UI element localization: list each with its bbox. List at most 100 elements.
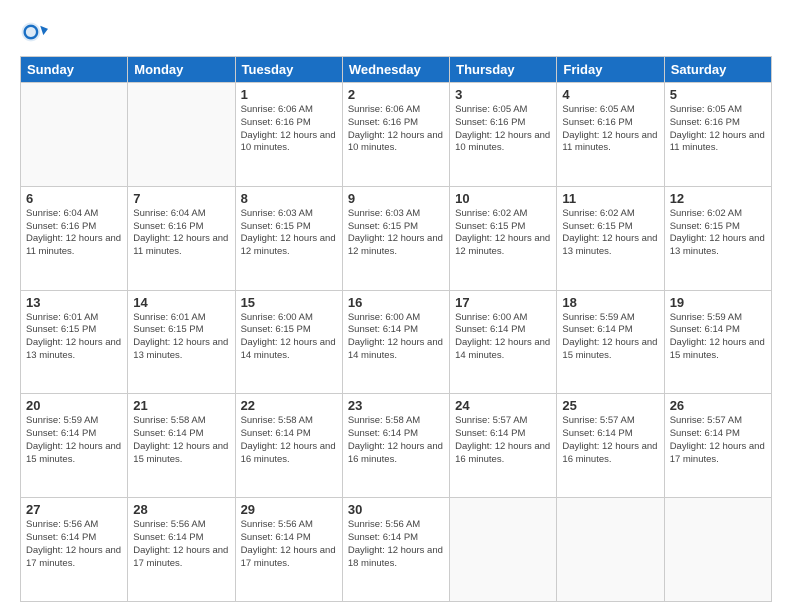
day-info: Sunrise: 6:05 AM Sunset: 6:16 PM Dayligh… — [455, 104, 551, 155]
day-info: Sunrise: 6:00 AM Sunset: 6:14 PM Dayligh… — [348, 312, 444, 363]
weekday-header-tuesday: Tuesday — [235, 57, 342, 83]
day-info: Sunrise: 5:59 AM Sunset: 6:14 PM Dayligh… — [562, 312, 658, 363]
weekday-header-friday: Friday — [557, 57, 664, 83]
day-number: 13 — [26, 295, 122, 310]
day-info: Sunrise: 6:06 AM Sunset: 6:16 PM Dayligh… — [241, 104, 337, 155]
calendar-cell: 1 Sunrise: 6:06 AM Sunset: 6:16 PM Daylig… — [235, 83, 342, 187]
calendar-cell: 12Sunrise: 6:02 AM Sunset: 6:15 PM Dayli… — [664, 186, 771, 290]
day-number: 29 — [241, 502, 337, 517]
day-info: Sunrise: 5:58 AM Sunset: 6:14 PM Dayligh… — [133, 415, 229, 466]
logo — [20, 18, 52, 46]
day-number: 5 — [670, 87, 766, 102]
calendar-cell: 8 Sunrise: 6:03 AM Sunset: 6:15 PM Daylig… — [235, 186, 342, 290]
calendar-cell: 23Sunrise: 5:58 AM Sunset: 6:14 PM Dayli… — [342, 394, 449, 498]
day-number: 26 — [670, 398, 766, 413]
calendar-table: SundayMondayTuesdayWednesdayThursdayFrid… — [20, 56, 772, 602]
calendar-cell: 30 Sunrise: 5:56 AM Sunset: 6:14 PM Dayli… — [342, 498, 449, 602]
calendar-cell: 21 Sunrise: 5:58 AM Sunset: 6:14 PM Dayli… — [128, 394, 235, 498]
week-row-3: 13 Sunrise: 6:01 AM Sunset: 6:15 PM Dayli… — [21, 290, 772, 394]
day-number: 6 — [26, 191, 122, 206]
week-row-1: 1 Sunrise: 6:06 AM Sunset: 6:16 PM Daylig… — [21, 83, 772, 187]
day-info: Sunrise: 5:58 AM Sunset: 6:14 PM Dayligh… — [348, 415, 444, 466]
calendar-cell: 22 Sunrise: 5:58 AM Sunset: 6:14 PM Dayli… — [235, 394, 342, 498]
calendar-cell: 25 Sunrise: 5:57 AM Sunset: 6:14 PM Dayli… — [557, 394, 664, 498]
calendar-cell: 7 Sunrise: 6:04 AM Sunset: 6:16 PM Daylig… — [128, 186, 235, 290]
calendar-cell: 5 Sunrise: 6:05 AM Sunset: 6:16 PM Daylig… — [664, 83, 771, 187]
day-number: 16 — [348, 295, 444, 310]
weekday-header-wednesday: Wednesday — [342, 57, 449, 83]
day-number: 27 — [26, 502, 122, 517]
calendar-cell: 16 Sunrise: 6:00 AM Sunset: 6:14 PM Dayli… — [342, 290, 449, 394]
weekday-header-monday: Monday — [128, 57, 235, 83]
day-number: 18 — [562, 295, 658, 310]
calendar-cell: 3 Sunrise: 6:05 AM Sunset: 6:16 PM Daylig… — [450, 83, 557, 187]
day-number: 3 — [455, 87, 551, 102]
day-number: 1 — [241, 87, 337, 102]
header — [20, 18, 772, 46]
day-info: Sunrise: 5:57 AM Sunset: 6:14 PM Dayligh… — [455, 415, 551, 466]
day-number: 7 — [133, 191, 229, 206]
day-info: Sunrise: 5:56 AM Sunset: 6:14 PM Dayligh… — [26, 519, 122, 570]
day-number: 24 — [455, 398, 551, 413]
weekday-header-saturday: Saturday — [664, 57, 771, 83]
day-number: 15 — [241, 295, 337, 310]
day-info: Sunrise: 6:01 AM Sunset: 6:15 PM Dayligh… — [133, 312, 229, 363]
day-number: 8 — [241, 191, 337, 206]
day-info: Sunrise: 6:00 AM Sunset: 6:14 PM Dayligh… — [455, 312, 551, 363]
calendar-cell: 17Sunrise: 6:00 AM Sunset: 6:14 PM Dayli… — [450, 290, 557, 394]
day-number: 22 — [241, 398, 337, 413]
week-row-4: 20 Sunrise: 5:59 AM Sunset: 6:14 PM Dayli… — [21, 394, 772, 498]
day-info: Sunrise: 6:02 AM Sunset: 6:15 PM Dayligh… — [562, 208, 658, 259]
day-info: Sunrise: 5:59 AM Sunset: 6:14 PM Dayligh… — [26, 415, 122, 466]
day-number: 28 — [133, 502, 229, 517]
day-info: Sunrise: 6:04 AM Sunset: 6:16 PM Dayligh… — [133, 208, 229, 259]
calendar-cell: 15 Sunrise: 6:00 AM Sunset: 6:15 PM Dayli… — [235, 290, 342, 394]
day-number: 25 — [562, 398, 658, 413]
calendar-cell — [450, 498, 557, 602]
day-info: Sunrise: 6:05 AM Sunset: 6:16 PM Dayligh… — [562, 104, 658, 155]
week-row-2: 6 Sunrise: 6:04 AM Sunset: 6:16 PM Daylig… — [21, 186, 772, 290]
calendar-cell — [557, 498, 664, 602]
day-number: 30 — [348, 502, 444, 517]
day-info: Sunrise: 6:00 AM Sunset: 6:15 PM Dayligh… — [241, 312, 337, 363]
week-row-5: 27 Sunrise: 5:56 AM Sunset: 6:14 PM Dayli… — [21, 498, 772, 602]
calendar-cell: 13 Sunrise: 6:01 AM Sunset: 6:15 PM Dayli… — [21, 290, 128, 394]
day-info: Sunrise: 6:04 AM Sunset: 6:16 PM Dayligh… — [26, 208, 122, 259]
calendar-cell: 20 Sunrise: 5:59 AM Sunset: 6:14 PM Dayli… — [21, 394, 128, 498]
day-number: 20 — [26, 398, 122, 413]
calendar-cell: 2 Sunrise: 6:06 AM Sunset: 6:16 PM Daylig… — [342, 83, 449, 187]
calendar-cell — [664, 498, 771, 602]
day-info: Sunrise: 6:06 AM Sunset: 6:16 PM Dayligh… — [348, 104, 444, 155]
calendar-cell: 27 Sunrise: 5:56 AM Sunset: 6:14 PM Dayli… — [21, 498, 128, 602]
calendar-cell: 26 Sunrise: 5:57 AM Sunset: 6:14 PM Dayli… — [664, 394, 771, 498]
day-info: Sunrise: 5:56 AM Sunset: 6:14 PM Dayligh… — [348, 519, 444, 570]
calendar-cell: 18 Sunrise: 5:59 AM Sunset: 6:14 PM Dayli… — [557, 290, 664, 394]
day-info: Sunrise: 5:57 AM Sunset: 6:14 PM Dayligh… — [562, 415, 658, 466]
calendar-cell: 24 Sunrise: 5:57 AM Sunset: 6:14 PM Dayli… — [450, 394, 557, 498]
day-number: 21 — [133, 398, 229, 413]
calendar-cell: 19Sunrise: 5:59 AM Sunset: 6:14 PM Dayli… — [664, 290, 771, 394]
calendar-cell: 6 Sunrise: 6:04 AM Sunset: 6:16 PM Daylig… — [21, 186, 128, 290]
day-info: Sunrise: 6:03 AM Sunset: 6:15 PM Dayligh… — [241, 208, 337, 259]
day-info: Sunrise: 5:56 AM Sunset: 6:14 PM Dayligh… — [133, 519, 229, 570]
day-info: Sunrise: 6:01 AM Sunset: 6:15 PM Dayligh… — [26, 312, 122, 363]
calendar-cell: 29 Sunrise: 5:56 AM Sunset: 6:14 PM Dayli… — [235, 498, 342, 602]
day-number: 11 — [562, 191, 658, 206]
page: SundayMondayTuesdayWednesdayThursdayFrid… — [0, 0, 792, 612]
logo-icon — [20, 18, 48, 46]
day-number: 2 — [348, 87, 444, 102]
calendar-cell: 4 Sunrise: 6:05 AM Sunset: 6:16 PM Daylig… — [557, 83, 664, 187]
calendar-cell: 14Sunrise: 6:01 AM Sunset: 6:15 PM Dayli… — [128, 290, 235, 394]
day-info: Sunrise: 5:56 AM Sunset: 6:14 PM Dayligh… — [241, 519, 337, 570]
calendar-cell: 10Sunrise: 6:02 AM Sunset: 6:15 PM Dayli… — [450, 186, 557, 290]
day-info: Sunrise: 6:02 AM Sunset: 6:15 PM Dayligh… — [670, 208, 766, 259]
day-info: Sunrise: 5:57 AM Sunset: 6:14 PM Dayligh… — [670, 415, 766, 466]
day-info: Sunrise: 6:03 AM Sunset: 6:15 PM Dayligh… — [348, 208, 444, 259]
calendar-cell — [21, 83, 128, 187]
day-number: 19 — [670, 295, 766, 310]
calendar-cell: 28 Sunrise: 5:56 AM Sunset: 6:14 PM Dayli… — [128, 498, 235, 602]
day-info: Sunrise: 5:58 AM Sunset: 6:14 PM Dayligh… — [241, 415, 337, 466]
day-info: Sunrise: 6:05 AM Sunset: 6:16 PM Dayligh… — [670, 104, 766, 155]
day-number: 9 — [348, 191, 444, 206]
day-number: 4 — [562, 87, 658, 102]
